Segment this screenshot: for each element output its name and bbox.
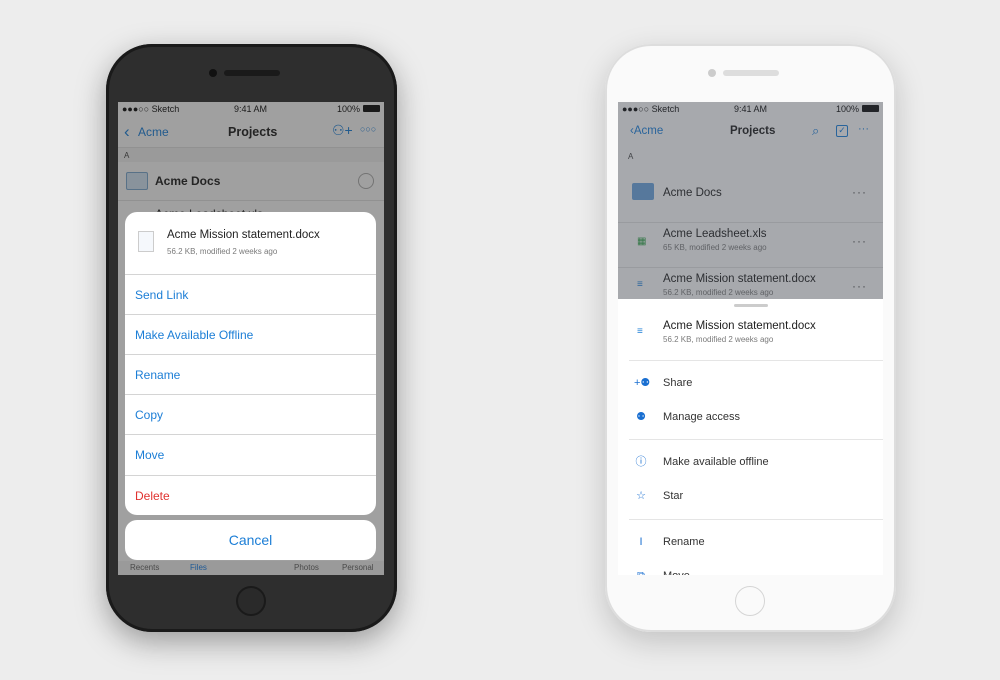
make-available-offline-button[interactable]: Make Available Offline	[125, 314, 376, 354]
camera	[209, 69, 217, 77]
android-style-phone: ●●●○○ Sketch 9:41 AM 100% ‹Acme Projects…	[605, 44, 896, 632]
rename-button[interactable]: I Rename	[618, 525, 883, 559]
offline-download-icon: ⓘ	[635, 456, 647, 468]
home-button	[735, 586, 765, 616]
divider	[629, 360, 883, 361]
divider	[629, 519, 883, 520]
rename-button[interactable]: Rename	[125, 354, 376, 394]
send-link-button[interactable]: Send Link	[125, 274, 376, 314]
speaker	[224, 70, 280, 76]
document-icon	[138, 231, 154, 252]
tab-personal[interactable]: Personal	[342, 561, 374, 574]
copy-button[interactable]: Copy	[125, 394, 376, 434]
document-icon: ≡	[637, 326, 643, 337]
move-button[interactable]: ⧉Move	[618, 559, 883, 575]
speaker	[723, 70, 779, 76]
cancel-button[interactable]: Cancel	[125, 520, 376, 560]
tab-photos[interactable]: Photos	[294, 561, 319, 574]
action-sheet: Acme Mission statement.docx 56.2 KB, mod…	[125, 212, 376, 515]
make-available-offline-button[interactable]: ⓘ Make available offline	[618, 445, 883, 479]
text-cursor-icon: I	[639, 536, 643, 548]
ios-phone: ●●●○○ Sketch 9:41 AM 100% ‹ Acme Project…	[106, 44, 397, 632]
ios-screen: ●●●○○ Sketch 9:41 AM 100% ‹ Acme Project…	[118, 102, 384, 575]
camera	[708, 69, 716, 77]
move-icon: ⧉	[634, 559, 648, 575]
move-button[interactable]: Move	[125, 434, 376, 474]
people-icon: ⚉	[636, 411, 646, 423]
bottom-sheet: ≡ Acme Mission statement.docx 56.2 KB, m…	[618, 299, 883, 575]
drag-handle[interactable]	[734, 304, 768, 307]
divider	[629, 439, 883, 440]
delete-button[interactable]: Delete	[125, 475, 376, 515]
manage-access-button[interactable]: ⚉ Manage access	[618, 400, 883, 434]
star-button[interactable]: ☆ Star	[618, 479, 883, 513]
star-icon: ☆	[636, 490, 646, 502]
tab-files[interactable]: Files	[190, 561, 207, 574]
file-list: ●●●○○ Sketch 9:41 AM 100% ‹Acme Projects…	[618, 102, 883, 299]
tab-recents[interactable]: Recents	[130, 561, 159, 574]
home-button	[236, 586, 266, 616]
dim-overlay[interactable]	[618, 102, 883, 299]
md-screen: ●●●○○ Sketch 9:41 AM 100% ‹Acme Projects…	[618, 102, 883, 575]
share-button[interactable]: +⚉ Share	[618, 366, 883, 400]
add-person-icon: +⚉	[634, 377, 651, 389]
tab-bar: Recents Files Photos Personal	[118, 561, 384, 575]
